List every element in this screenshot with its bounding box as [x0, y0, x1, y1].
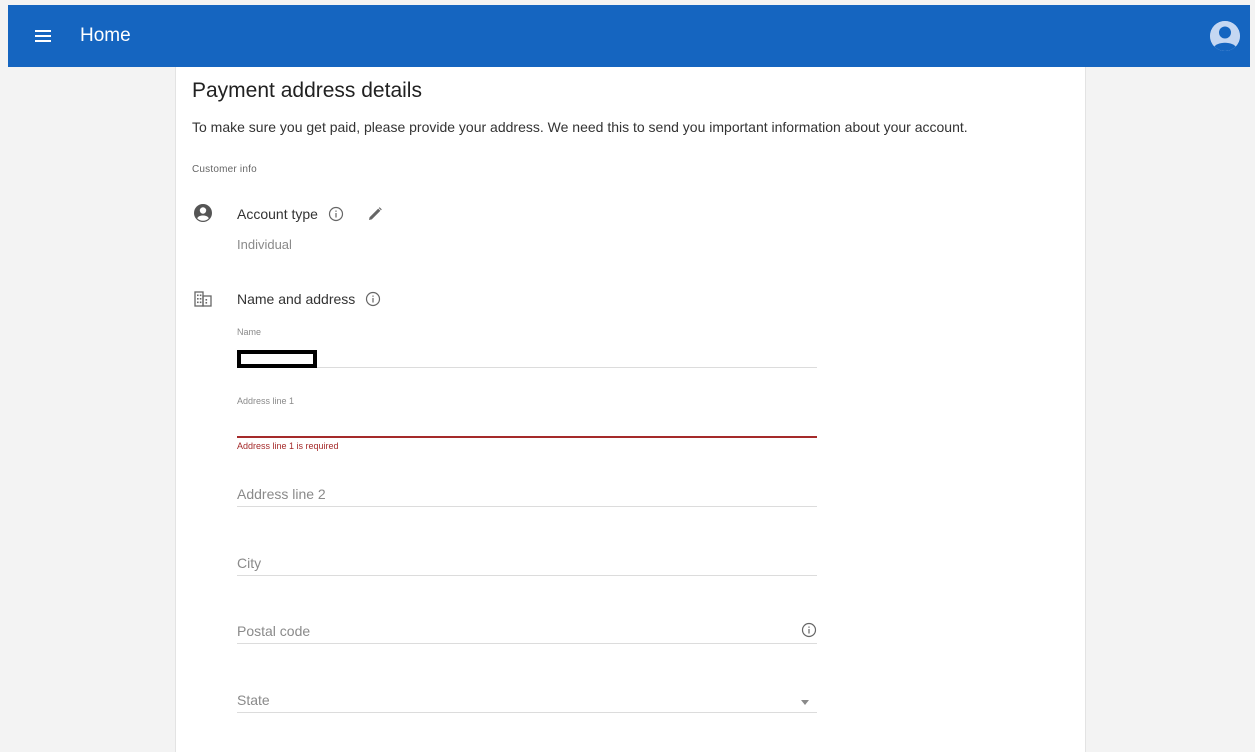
- dropdown-arrow-icon[interactable]: [801, 700, 809, 705]
- address-line1-error: Address line 1 is required: [237, 441, 339, 451]
- postal-code-field[interactable]: [237, 604, 817, 644]
- account-type-value: Individual: [237, 237, 292, 252]
- edit-pencil-icon[interactable]: [366, 205, 384, 223]
- account-type-info-icon[interactable]: [328, 206, 344, 222]
- address-line1-field[interactable]: Address line 1 Address line 1 is require…: [237, 394, 817, 451]
- left-side-panel: [8, 67, 176, 752]
- state-select[interactable]: [237, 673, 817, 713]
- payment-address-card: Payment address details To make sure you…: [176, 67, 1085, 752]
- address-line1-label: Address line 1: [237, 396, 295, 406]
- building-icon: [193, 289, 213, 309]
- account-type-label: Account type: [237, 206, 318, 222]
- page-title: Payment address details: [192, 79, 422, 102]
- address-line2-field[interactable]: [237, 467, 817, 507]
- app-bar: Home: [8, 5, 1250, 67]
- city-input[interactable]: [237, 555, 817, 571]
- account-avatar-icon[interactable]: [1210, 21, 1240, 51]
- section-label-customer-info: Customer info: [192, 164, 257, 175]
- name-address-label: Name and address: [237, 291, 356, 307]
- state-input[interactable]: [237, 692, 817, 708]
- app-bar-title[interactable]: Home: [80, 25, 131, 47]
- account-type-heading: Account type: [237, 205, 384, 223]
- page-description: To make sure you get paid, please provid…: [192, 119, 968, 135]
- name-address-info-icon[interactable]: [365, 291, 381, 307]
- menu-icon[interactable]: [32, 25, 54, 47]
- account-circle-icon: [193, 203, 213, 223]
- city-field[interactable]: [237, 536, 817, 576]
- postal-code-input[interactable]: [237, 623, 817, 639]
- postal-code-info-icon[interactable]: [801, 622, 817, 638]
- redacted-name-box: [237, 350, 317, 368]
- name-field[interactable]: Name: [237, 325, 817, 368]
- address-line2-input[interactable]: [237, 486, 817, 502]
- right-side-panel: [1085, 67, 1250, 752]
- name-field-label: Name: [237, 327, 262, 337]
- name-address-heading: Name and address: [237, 291, 381, 307]
- address-line1-input[interactable]: [237, 416, 817, 432]
